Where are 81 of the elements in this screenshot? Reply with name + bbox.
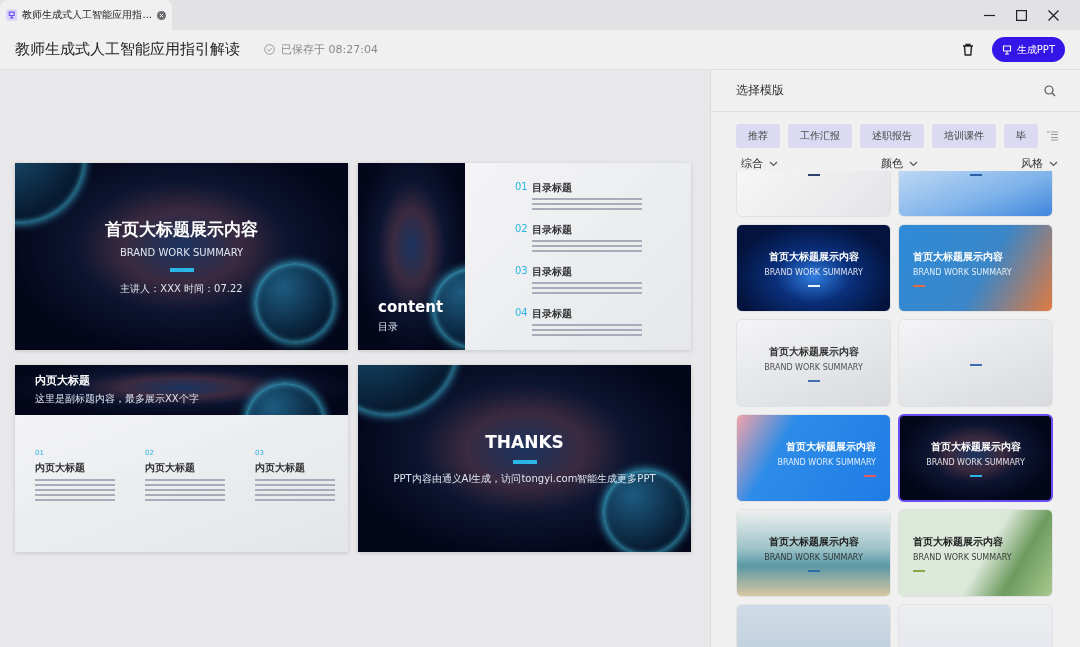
accent-bar xyxy=(807,569,820,572)
template-card[interactable]: 首页大标题展示内容 BRAND WORK SUMMARY xyxy=(736,224,891,312)
template-card[interactable]: 首页大标题展示内容 BRAND WORK SUMMARY xyxy=(898,224,1053,312)
save-status: 已保存于 08:27:04 xyxy=(281,42,378,57)
item-number: 01 xyxy=(515,181,528,192)
item-number: 02 xyxy=(515,223,528,234)
column-heading: 内页大标题 xyxy=(255,461,306,475)
template-subtitle: BRAND WORK SUMMARY xyxy=(764,267,863,277)
template-card[interactable]: 首页大标题展示内容 BRAND WORK SUMMARY xyxy=(736,509,891,597)
presentation-icon xyxy=(1001,44,1012,55)
template-subtitle: BRAND WORK SUMMARY xyxy=(764,362,863,372)
category-chip[interactable]: 述职报告 xyxy=(860,124,924,148)
slide-subtitle: 目录 xyxy=(378,320,399,334)
template-title: 首页大标题展示内容 xyxy=(930,439,1021,454)
category-chip[interactable]: 培训课件 xyxy=(932,124,996,148)
slide-meta: 主讲人：XXX 时间：07.22 xyxy=(120,281,243,296)
template-card[interactable]: 首页大标题展示内容 BRAND WORK SUMMARY xyxy=(736,414,891,502)
filter-dropdown[interactable]: 综合 xyxy=(741,156,778,171)
maximize-icon xyxy=(1015,9,1027,21)
accent-bar xyxy=(807,174,820,176)
slide-thumbnail[interactable]: THANKS PPT内容由通义AI生成，访问tongyi.com智能生成更多PPT xyxy=(358,365,691,552)
accent-bar xyxy=(512,459,537,464)
column-heading: 内页大标题 xyxy=(145,461,196,475)
template-title: 首页大标题展示内容 xyxy=(768,534,859,549)
list-icon[interactable] xyxy=(1047,131,1058,141)
template-title: 首页大标题展示内容 xyxy=(913,534,1003,549)
accent-bar xyxy=(864,474,876,477)
check-circle-icon xyxy=(264,44,275,55)
template-subtitle: BRAND WORK SUMMARY xyxy=(926,457,1025,467)
accent-bar xyxy=(913,284,925,287)
accent-bar xyxy=(969,174,982,176)
template-card[interactable]: 首页大标题展示内容 BRAND WORK SUMMARY xyxy=(736,319,891,407)
document-tab[interactable]: 教师生成式人工智能应用指... xyxy=(0,0,172,30)
template-title: 首页大标题展示内容 xyxy=(913,249,1003,264)
category-chip[interactable]: 工作汇报 xyxy=(788,124,852,148)
template-subtitle: BRAND WORK SUMMARY xyxy=(913,552,1012,562)
accent-bar xyxy=(807,379,820,382)
slide-title: content xyxy=(378,298,445,316)
filter-dropdown[interactable]: 颜色 xyxy=(881,156,918,171)
trash-icon xyxy=(961,43,974,56)
item-number: 04 xyxy=(515,307,528,318)
slide-title: 内页大标题 xyxy=(35,373,91,388)
chevron-down-icon xyxy=(909,160,918,167)
document-title: 教师生成式人工智能应用指引解读 xyxy=(15,40,240,59)
filter-dropdown[interactable]: 风格 xyxy=(1021,156,1058,171)
item-heading: 目录标题 xyxy=(531,223,573,237)
item-number: 03 xyxy=(515,265,528,276)
template-subtitle: BRAND WORK SUMMARY xyxy=(913,267,1012,277)
template-subtitle: BRAND WORK SUMMARY xyxy=(764,552,863,562)
slide-subtitle: 这里是副标题内容，最多展示XX个字 xyxy=(35,392,200,406)
accent-bar xyxy=(169,267,194,272)
slide-note: PPT内容由通义AI生成，访问tongyi.com智能生成更多PPT xyxy=(393,471,656,486)
column-heading: 内页大标题 xyxy=(35,461,86,475)
panel-title: 选择模版 xyxy=(736,82,784,99)
template-title: 首页大标题展示内容 xyxy=(786,439,876,454)
template-subtitle: BRAND WORK SUMMARY xyxy=(777,457,876,467)
category-chip[interactable]: 推荐 xyxy=(736,124,780,148)
item-heading: 目录标题 xyxy=(531,265,573,279)
slide-thumbnail[interactable]: content 目录 01 目录标题 02 目录标题 03 目录标题 04 目录标题 xyxy=(358,163,691,350)
template-title: 首页大标题展示内容 xyxy=(768,344,859,359)
search-icon xyxy=(1044,84,1056,97)
template-card[interactable]: 首页大标题展示内容 BRAND WORK SUMMARY xyxy=(898,509,1053,597)
slide-subtitle: BRAND WORK SUMMARY xyxy=(119,246,244,258)
chevron-down-icon xyxy=(769,160,778,167)
template-title: 首页大标题展示内容 xyxy=(768,249,859,264)
accent-bar xyxy=(913,569,925,572)
generate-ppt-button[interactable]: 生成PPT xyxy=(991,37,1065,62)
slide-title: THANKS xyxy=(485,431,564,452)
close-icon[interactable] xyxy=(157,9,166,21)
presentation-icon xyxy=(6,8,18,22)
item-heading: 目录标题 xyxy=(531,181,573,195)
category-chip[interactable]: 毕 xyxy=(1004,124,1038,148)
accent-bar xyxy=(969,474,982,477)
template-card[interactable]: 首页大标题展示内容 BRAND WORK SUMMARY xyxy=(898,414,1053,502)
accent-bar xyxy=(969,364,982,366)
slide-title: 首页大标题展示内容 xyxy=(105,217,258,241)
close-icon xyxy=(1047,9,1059,21)
slide-thumbnail[interactable]: 首页大标题展示内容 BRAND WORK SUMMARY 主讲人：XXX 时间：07.22 xyxy=(15,163,348,350)
chevron-down-icon xyxy=(1049,160,1058,167)
item-heading: 目录标题 xyxy=(531,307,573,321)
accent-bar xyxy=(807,284,820,287)
